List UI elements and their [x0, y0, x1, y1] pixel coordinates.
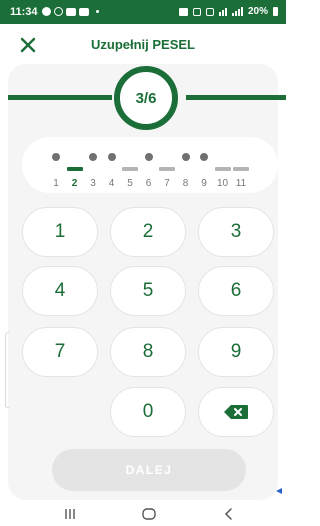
status-left-icons: [42, 7, 99, 16]
key-9-label: 9: [230, 341, 242, 362]
alarm-icon: [192, 7, 201, 16]
back-button[interactable]: [221, 506, 237, 522]
progress-line-left: [8, 95, 112, 100]
key-0[interactable]: 0: [110, 387, 186, 437]
key-4[interactable]: 4: [22, 266, 98, 316]
key-1[interactable]: 1: [22, 207, 98, 257]
digit-position-number: 7: [164, 178, 170, 189]
step-counter: 3/6: [135, 89, 157, 107]
header: Uzupełnij PESEL: [0, 24, 286, 66]
system-nav-bar: [0, 502, 286, 526]
digit-position-number: 3: [90, 178, 96, 189]
home-icon: [142, 508, 156, 520]
digit-empty-dash: [233, 167, 249, 171]
key-2[interactable]: 2: [110, 207, 186, 257]
digit-position-number: 6: [145, 178, 152, 189]
signal-icon: [231, 7, 243, 16]
mute-icon: [205, 7, 214, 16]
key-1-label: 1: [54, 221, 66, 242]
backspace-button[interactable]: [198, 387, 274, 437]
next-button[interactable]: DALEJ: [52, 449, 246, 491]
youtube-icon: [66, 7, 76, 16]
key-5[interactable]: 5: [110, 266, 186, 316]
key-8[interactable]: 8: [110, 327, 186, 377]
digit-empty-dash: [122, 167, 138, 171]
page-title: Uzupełnij PESEL: [90, 37, 195, 52]
youtube-icon: [79, 7, 89, 16]
key-6-label: 6: [230, 280, 242, 301]
digit-position-number: 2: [71, 178, 78, 189]
digit-entered-dot: [107, 153, 116, 161]
key-5-label: 5: [142, 280, 154, 301]
notification-dot-icon: [96, 10, 99, 13]
key-8-label: 8: [142, 341, 154, 362]
step-progress-circle: 3/6: [114, 66, 178, 130]
battery-icon: [273, 7, 278, 16]
status-time: 11:34: [10, 6, 38, 18]
digit-position-number: 4: [108, 178, 115, 189]
key-9[interactable]: 9: [198, 327, 274, 377]
digit-position-number: 8: [182, 178, 189, 189]
digit-entered-dot: [144, 153, 153, 161]
digit-empty-dash: [214, 167, 231, 171]
pesel-digit-marks: 1 2 3 4 5 6 7 8 9 10 11: [22, 137, 278, 193]
digit-empty-dash: [159, 167, 175, 171]
key-7-label: 7: [54, 341, 66, 362]
digit-position-number: 5: [127, 178, 133, 189]
key-0-label: 0: [142, 401, 154, 422]
recent-apps-button[interactable]: [62, 506, 78, 522]
status-right-icons: 20%: [178, 6, 278, 17]
back-icon: [224, 508, 232, 520]
status-bar: 11:34 20%: [0, 0, 286, 24]
recent-apps-icon: [65, 509, 75, 519]
instagram-icon: [54, 7, 63, 16]
pesel-indicator: 1 2 3 4 5 6 7 8 9 10 11: [22, 137, 278, 193]
next-button-label: DALEJ: [125, 463, 173, 477]
key-4-label: 4: [54, 280, 66, 301]
key-6[interactable]: 6: [198, 266, 274, 316]
side-arrow-icon: [276, 488, 282, 494]
digit-position-number: 9: [201, 178, 207, 189]
key-3-label: 3: [230, 221, 242, 242]
digit-position-number: 10: [216, 178, 229, 189]
sim-icon: [178, 7, 188, 16]
wifi-icon: [218, 7, 227, 16]
digit-position-number: 11: [235, 178, 247, 189]
backspace-icon: [224, 405, 248, 419]
digit-entered-dot: [89, 153, 97, 161]
digit-position-number: 1: [53, 178, 59, 189]
progress-line-right: [186, 95, 286, 100]
battery-level: 20%: [247, 6, 268, 17]
key-3[interactable]: 3: [198, 207, 274, 257]
key-7[interactable]: 7: [22, 327, 98, 377]
home-button[interactable]: [141, 506, 157, 522]
digit-entered-dot: [52, 153, 60, 161]
digit-empty-dash: [66, 167, 83, 171]
edge-panel-handle[interactable]: [5, 332, 9, 408]
key-2-label: 2: [142, 221, 154, 242]
digit-entered-dot: [200, 153, 208, 161]
facebook-icon: [42, 7, 51, 16]
digit-entered-dot: [181, 153, 190, 161]
